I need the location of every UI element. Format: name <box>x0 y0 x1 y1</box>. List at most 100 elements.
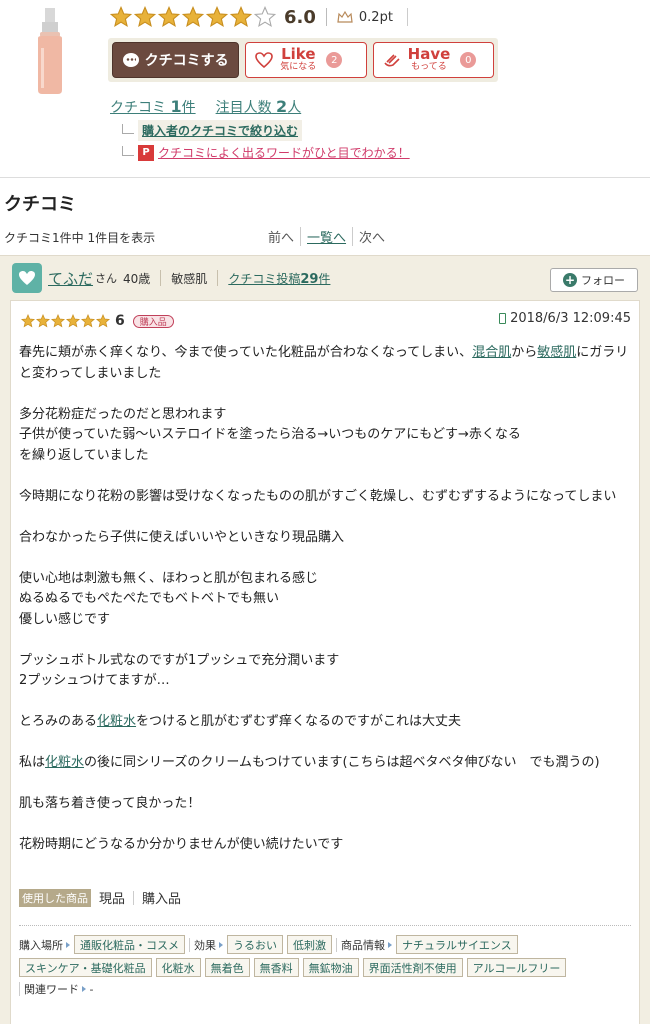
skin-link-mixed[interactable]: 混合肌 <box>472 345 511 360</box>
review-paragraph: 春先に頬が赤く痒くなり、今まで使っていた化粧品が合わなくなってしまい、混合肌から… <box>19 345 629 381</box>
stats-line: クチコミ 1件 注目人数 2人 <box>110 97 301 117</box>
divider <box>189 937 190 952</box>
user-honorific: さん <box>95 272 118 285</box>
product-header: 6.0 0.2pt クチコミする Like 気になる 2 Have もってる 0… <box>0 0 650 178</box>
pager-next[interactable]: 次へ <box>353 227 391 246</box>
tag-category[interactable]: 無着色 <box>204 958 250 977</box>
have-button[interactable]: Have もってる 0 <box>372 42 494 78</box>
review-text: 春先に頬が赤く痒くなり、今まで使っていた化粧品が合わなくなってしまい、混合肌から… <box>19 343 631 876</box>
tag-label-info: 商品情報 <box>341 937 392 953</box>
mobile-icon <box>499 313 507 324</box>
p-icon: P <box>138 144 154 161</box>
tag-category[interactable]: 無香料 <box>253 958 299 977</box>
write-review-button[interactable]: クチコミする <box>112 42 240 78</box>
star-filled-icon <box>158 6 180 27</box>
tag-effect[interactable]: 低刺激 <box>287 935 332 954</box>
word-line: P クチコミによく出るワードがひと目でわかる！ <box>122 144 410 161</box>
used-item: 現品 <box>99 892 126 907</box>
tag-category[interactable]: 界面活性剤不使用 <box>362 958 463 977</box>
review-paragraph: 肌も落ち着き使って良かった！ <box>19 796 201 811</box>
review-paragraph: 今時期になり花粉の影響は受けなくなったものの肌がすごく乾燥し、むずむずするように… <box>19 488 617 504</box>
tag-row: 購入場所 通販化粧品・コスメ 効果 うるおい 低刺激 商品情報 ナチュラルサイエ… <box>19 935 631 954</box>
write-review-label: クチコミする <box>144 53 229 69</box>
follow-button[interactable]: + フォロー <box>550 268 638 292</box>
pager: 前へ 一覧へ 次へ <box>262 227 391 246</box>
like-label: Like <box>281 45 316 63</box>
review-paragraph: 私は化粧水の後に同シリーズのクリームもつけています(こちらは超ベタベタ伸びない … <box>19 755 600 770</box>
star-filled-icon <box>81 314 95 328</box>
review-paragraph: とろみのある化粧水をつけると肌がむずむず痒くなるのですがこれは大丈夫 <box>19 714 462 729</box>
hand-icon <box>384 54 400 67</box>
star-filled-icon <box>21 314 35 328</box>
kuchikomi-count-link[interactable]: クチコミ 1件 <box>110 97 196 117</box>
tag-category[interactable]: 無鉱物油 <box>302 958 359 977</box>
tag-label-effect: 効果 <box>194 937 223 953</box>
pager-prev[interactable]: 前へ <box>262 227 302 246</box>
review-paragraph: プッシュボトル式なのですが1プッシュで充分潤います 2プッシュつけてますが… <box>19 652 340 689</box>
divider <box>160 270 162 286</box>
star-filled-icon <box>206 6 228 27</box>
review-header: てふだ さん 40歳 敏感肌 クチコミ投稿29件 + フォロー <box>0 256 650 300</box>
tree-connector <box>122 123 134 134</box>
star-filled-icon <box>134 6 156 27</box>
star-filled-icon <box>96 314 110 328</box>
attention-count-link[interactable]: 注目人数 2人 <box>216 97 302 117</box>
action-bar: クチコミする Like 気になる 2 Have もってる 0 <box>108 38 498 82</box>
user-name[interactable]: てふだ <box>48 268 93 289</box>
arrow-icon <box>82 986 86 992</box>
review-paragraph: 花粉時期にどうなるか分かりませんが使い続けたいです <box>19 837 344 852</box>
divider <box>336 937 337 952</box>
related-words: 関連ワード - <box>24 982 94 997</box>
pager-list[interactable]: 一覧へ <box>301 227 354 246</box>
crown-icon <box>337 10 353 23</box>
divider <box>406 8 408 26</box>
follow-label: フォロー <box>581 274 625 287</box>
like-button[interactable]: Like 気になる 2 <box>245 42 367 78</box>
rating-value: 6.0 <box>284 6 316 28</box>
star-filled-icon <box>110 6 132 27</box>
review-card: てふだ さん 40歳 敏感肌 クチコミ投稿29件 + フォロー 6 購入品 20… <box>0 255 650 1024</box>
arrow-icon <box>388 941 392 948</box>
result-count: クチコミ1件中 1件目を表示 <box>4 231 156 245</box>
review-paragraph: 使い心地は刺激も無く、ほわっと肌が包まれる感じ ぬるぬるでもぺたぺたでもベトベトで… <box>19 570 319 627</box>
product-image[interactable] <box>30 8 70 96</box>
tag-category[interactable]: スキンケア・基礎化粧品 <box>19 958 152 977</box>
review-paragraph: 多分花粉症だったのだと思われます 子供が使っていた弱〜いステロイドを塗ったら治る→… <box>19 406 521 463</box>
star-filled-icon <box>230 6 252 27</box>
like-count: 2 <box>326 52 343 68</box>
lotion-link[interactable]: 化粧水 <box>97 714 136 729</box>
star-filled-icon <box>36 314 50 328</box>
tag-place[interactable]: 通販化粧品・コスメ <box>74 935 185 954</box>
divider <box>19 982 20 996</box>
star-filled-icon <box>66 314 80 328</box>
purchase-badge: 購入品 <box>132 314 174 328</box>
tag-area: 購入場所 通販化粧品・コスメ 効果 うるおい 低刺激 商品情報 ナチュラルサイエ… <box>19 935 631 1001</box>
user-age: 40歳 <box>123 271 151 286</box>
skin-link-sensitive[interactable]: 敏感肌 <box>537 345 576 360</box>
tag-effect[interactable]: うるおい <box>227 935 283 954</box>
have-count: 0 <box>460 52 477 68</box>
speech-bubble-icon <box>122 53 139 67</box>
used-product-label: 使用した商品 <box>19 888 91 907</box>
user-posts-link[interactable]: クチコミ投稿29件 <box>228 270 330 287</box>
tree-connector <box>122 145 134 156</box>
review-date: 2018/6/3 12:09:45 <box>499 311 631 326</box>
tag-category[interactable]: アルコールフリー <box>466 958 567 977</box>
product-rating: 6.0 0.2pt <box>110 6 408 28</box>
dotted-divider <box>19 925 631 926</box>
like-sublabel: 気になる <box>280 62 317 72</box>
frequent-words-link[interactable]: クチコミによく出るワードがひと目でわかる！ <box>158 144 410 161</box>
tag-category[interactable]: 化粧水 <box>155 958 201 977</box>
avatar[interactable] <box>12 263 42 293</box>
heart-icon <box>255 52 274 69</box>
divider <box>325 8 327 26</box>
filter-line: 購入者のクチコミで絞り込む <box>122 120 303 141</box>
buyer-filter-link[interactable]: 購入者のクチコミで絞り込む <box>138 120 303 141</box>
section-title: クチコミ <box>4 194 76 215</box>
lotion-link[interactable]: 化粧水 <box>45 755 84 770</box>
plus-icon: + <box>563 273 577 287</box>
review-paragraph: 合わなかったら子供に使えばいいやといきなり現品購入 <box>19 529 345 545</box>
skin-type: 敏感肌 <box>171 271 208 286</box>
star-filled-icon <box>51 314 65 328</box>
tag-info[interactable]: ナチュラルサイエンス <box>396 935 518 954</box>
